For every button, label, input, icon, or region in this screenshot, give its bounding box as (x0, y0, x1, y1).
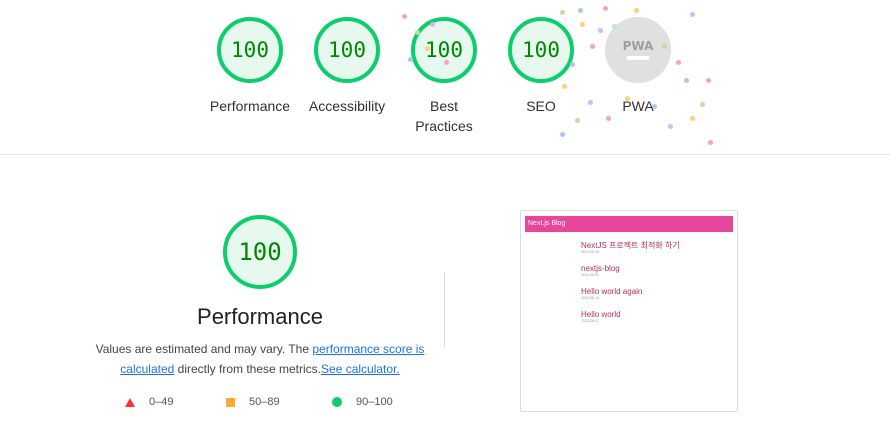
confetti-dot (606, 116, 611, 121)
confetti-dot (425, 46, 430, 51)
post-date: 2022-08-07 (581, 319, 599, 323)
desc-prefix: Values are estimated and may vary. The (95, 342, 313, 356)
post-title: nextjs-blog (581, 264, 620, 273)
pwa-badge-bar (627, 56, 649, 60)
legend-average: 50–89 (226, 396, 280, 408)
confetti-dot (415, 30, 420, 35)
legend-range: 0–49 (149, 396, 174, 408)
circle-icon (332, 397, 342, 407)
confetti-dot (652, 104, 657, 109)
gauge-label: PWA (622, 98, 654, 114)
gauge-score: 100 (314, 17, 380, 83)
confetti-dot (588, 100, 593, 105)
section-divider (0, 154, 890, 155)
gauge-accessibility[interactable]: 100 Accessibility (299, 17, 395, 116)
gauge-seo[interactable]: 100 SEO (493, 17, 589, 116)
confetti-dot (598, 28, 603, 33)
performance-score-gauge: 100 (223, 215, 297, 289)
gauge-label: Accessibility (308, 98, 386, 114)
confetti-dot (708, 140, 713, 145)
confetti-dot (578, 8, 583, 13)
see-calculator-link[interactable]: See calculator. (321, 362, 400, 376)
pwa-badge-text: PWA (622, 39, 654, 53)
gauge-label: Performance (209, 98, 291, 114)
triangle-icon (125, 397, 135, 407)
page-screenshot-thumbnail[interactable]: Next.js Blog NextJS 프로젝트 최적화 하기 2022-09-… (520, 210, 738, 412)
confetti-dot (430, 22, 435, 27)
confetti-dot (402, 14, 407, 19)
thumbnail-post: NextJS 프로젝트 최적화 하기 2022-09-10 (581, 241, 737, 255)
score-legend: 0–49 50–89 90–100 (0, 396, 500, 412)
confetti-dot (575, 118, 580, 123)
confetti-dot (562, 84, 567, 89)
confetti-dot (625, 96, 630, 101)
confetti-dot (612, 24, 617, 29)
gauge-score: 100 (411, 17, 477, 83)
thumbnail-post: Hello world 2022-08-07 (581, 310, 737, 324)
confetti-dot (560, 10, 565, 15)
confetti-dot (634, 8, 639, 13)
thumbnail-post: nextjs-blog 2022-09-01 (581, 264, 737, 278)
performance-description: Values are estimated and may vary. The p… (90, 339, 430, 379)
thumbnail-header: Next.js Blog (525, 216, 733, 232)
vertical-divider (444, 272, 445, 348)
post-title: NextJS 프로젝트 최적화 하기 (581, 241, 680, 250)
post-date: 2022-08-10 (581, 296, 599, 300)
thumbnail-post: Hello world again 2022-08-10 (581, 287, 737, 301)
confetti-dot (676, 60, 681, 65)
desc-mid: directly from these metrics. (174, 362, 322, 376)
confetti-dot (603, 6, 608, 11)
legend-range: 50–89 (249, 396, 280, 408)
confetti-dot (662, 44, 667, 49)
post-date: 2022-09-01 (581, 273, 599, 277)
post-title: Hello world (581, 310, 621, 319)
confetti-dot (408, 57, 413, 62)
confetti-dot (684, 78, 689, 83)
gauge-performance[interactable]: 100 Performance (202, 17, 298, 116)
gauge-best-practices[interactable]: 100 Best Practices (396, 17, 492, 136)
confetti-dot (706, 78, 711, 83)
legend-fail: 0–49 (125, 396, 173, 408)
confetti-dot (700, 102, 705, 107)
gauge-label: SEO (526, 98, 556, 114)
post-title: Hello world again (581, 287, 643, 296)
confetti-dot (580, 22, 585, 27)
confetti-dot (690, 116, 695, 121)
legend-range: 90–100 (356, 396, 393, 408)
gauge-score: 100 (508, 17, 574, 83)
confetti-dot (590, 44, 595, 49)
confetti-dot (570, 62, 575, 67)
gauge-score: 100 (217, 17, 283, 83)
category-gauges: 100 Performance 100 Accessibility 100 Be… (0, 0, 890, 155)
post-date: 2022-09-10 (581, 250, 599, 254)
gauge-pwa[interactable]: PWA PWA (590, 17, 686, 116)
square-icon (226, 397, 235, 407)
confetti-dot (668, 124, 673, 129)
confetti-dot (444, 60, 449, 65)
gauge-label-line1: Best (429, 98, 458, 114)
confetti-dot (690, 12, 695, 17)
gauge-label: Best Practices (396, 96, 492, 136)
gauge-label-line2: Practices (415, 118, 473, 134)
confetti-dot (560, 132, 565, 137)
performance-title: Performance (197, 304, 323, 329)
legend-pass: 90–100 (332, 396, 393, 408)
